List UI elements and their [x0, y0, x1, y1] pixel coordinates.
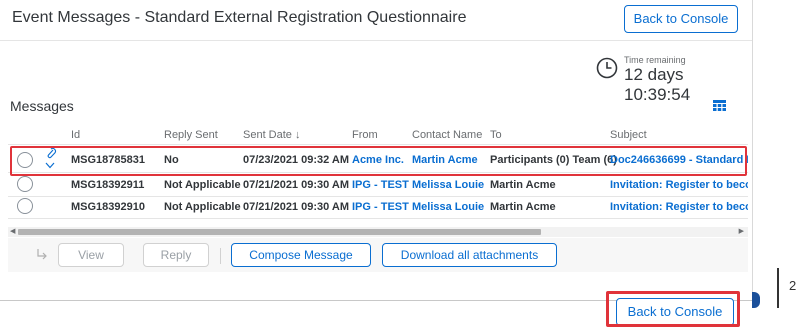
scrollbar-thumb[interactable]	[18, 229, 541, 235]
messages-heading: Messages	[10, 98, 74, 114]
table-row[interactable]: MSG18392911 Not Applicable 07/21/2021 09…	[8, 174, 748, 197]
time-remaining-value: 12 days 10:39:54	[624, 65, 691, 104]
column-header-id[interactable]: Id	[71, 129, 80, 141]
column-header-subject[interactable]: Subject	[610, 129, 647, 141]
page-title: Event Messages - Standard External Regis…	[12, 9, 467, 26]
view-button[interactable]: View	[58, 243, 124, 267]
table-footer-toolbar: View Reply Compose Message Download all …	[8, 238, 748, 272]
row-contact-link[interactable]: Melissa Louie	[412, 201, 484, 213]
decorative-edge	[752, 292, 760, 308]
row-select-radio[interactable]	[17, 176, 33, 192]
row-subject-link[interactable]: Invitation: Register to becom	[610, 179, 748, 191]
table-settings-icon[interactable]	[713, 100, 726, 111]
event-messages-panel: Event Messages - Standard External Regis…	[0, 0, 753, 301]
row-subject-link[interactable]: Invitation: Register to becom	[610, 201, 748, 213]
download-all-attachments-button[interactable]: Download all attachments	[382, 243, 557, 267]
row-sent-date: 07/21/2021 09:30 AM	[243, 179, 349, 191]
back-to-console-button-top[interactable]: Back to Console	[624, 5, 738, 33]
page-number: 2	[789, 278, 797, 293]
row-from-link[interactable]: IPG - TEST	[352, 179, 409, 191]
row-to: Martin Acme	[490, 201, 556, 213]
button-highlight-box	[606, 291, 740, 327]
table-row[interactable]: MSG18392910 Not Applicable 07/21/2021 09…	[8, 196, 748, 219]
page-divider	[777, 268, 779, 308]
column-header-to[interactable]: To	[490, 129, 502, 141]
header-divider	[0, 40, 752, 41]
column-header-from[interactable]: From	[352, 129, 378, 141]
row-reply-sent: Not Applicable	[164, 179, 241, 191]
column-header-contact-name[interactable]: Contact Name	[412, 129, 482, 141]
row-to: Martin Acme	[490, 179, 556, 191]
horizontal-scrollbar[interactable]: ◀ ▶	[8, 227, 748, 237]
row-highlight-box	[10, 146, 747, 176]
scroll-left-icon[interactable]: ◀	[10, 227, 15, 235]
row-contact-link[interactable]: Melissa Louie	[412, 179, 484, 191]
row-sent-date: 07/21/2021 09:30 AM	[243, 201, 349, 213]
clock-icon	[596, 57, 618, 79]
row-reply-sent: Not Applicable	[164, 201, 241, 213]
row-select-radio[interactable]	[17, 198, 33, 214]
scroll-right-icon[interactable]: ▶	[739, 227, 744, 235]
column-header-sent-date[interactable]: Sent Date ↓	[243, 129, 300, 141]
time-remaining-label: Time remaining	[624, 55, 686, 65]
toolbar-separator	[220, 248, 221, 264]
row-id: MSG18392910	[71, 201, 145, 213]
row-from-link[interactable]: IPG - TEST	[352, 201, 409, 213]
table-header-row: Id Reply Sent Sent Date ↓ From Contact N…	[8, 122, 748, 145]
messages-table: Id Reply Sent Sent Date ↓ From Contact N…	[8, 122, 748, 232]
reply-button[interactable]: Reply	[143, 243, 209, 267]
reply-arrow-icon	[37, 249, 47, 260]
row-id: MSG18392911	[71, 179, 145, 191]
column-header-reply-sent[interactable]: Reply Sent	[164, 129, 218, 141]
compose-message-button[interactable]: Compose Message	[231, 243, 371, 267]
